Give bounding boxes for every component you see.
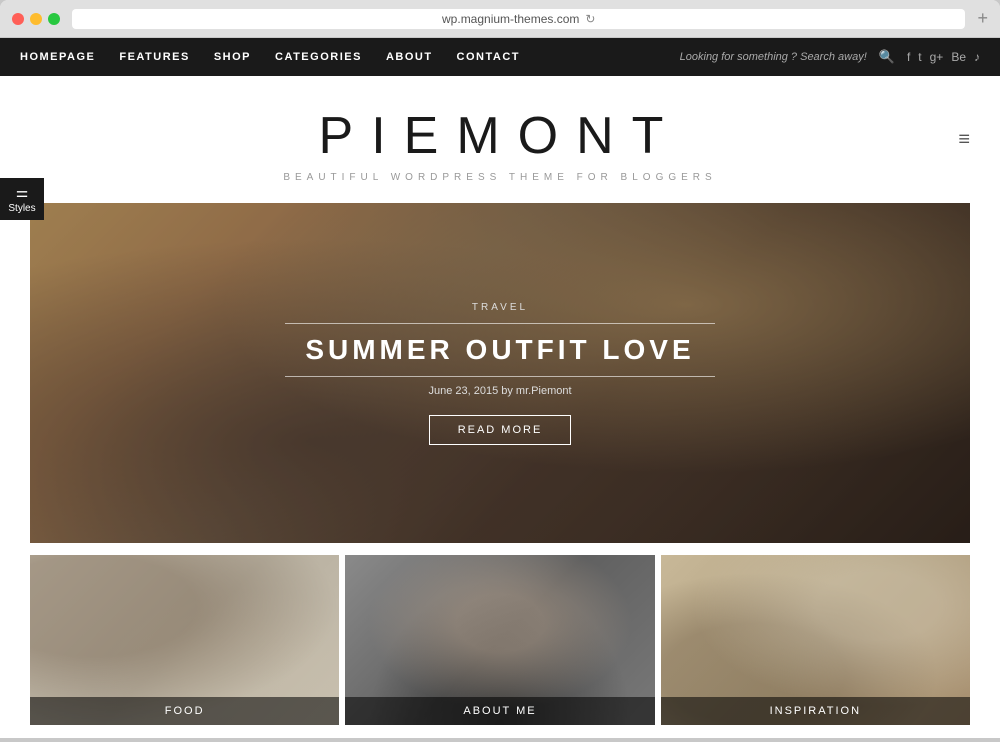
nav-links: HOMEPAGE FEATURES SHOP CATEGORIES ABOUT … <box>20 51 520 63</box>
nav-shop[interactable]: SHOP <box>214 51 251 63</box>
close-button[interactable] <box>12 13 24 25</box>
site-tagline: BEAUTIFUL WORDPRESS THEME FOR BLOGGERS <box>20 172 980 183</box>
thumb-food-label: Food <box>30 697 339 725</box>
nav-homepage[interactable]: HOMEPAGE <box>20 51 95 63</box>
thumbnail-inspiration[interactable]: Inspiration <box>661 555 970 725</box>
hero-content: TRAVEL SUMMER OUTFIT LOVE June 23, 2015 … <box>30 203 970 543</box>
styles-widget[interactable]: ⚌ Styles <box>0 178 44 220</box>
thumbnails-row: Food About me Inspiration <box>30 555 970 725</box>
website-content: ⚌ Styles HOMEPAGE FEATURES SHOP CATEGORI… <box>0 38 1000 738</box>
twitter-icon[interactable]: t <box>918 50 921 64</box>
url-text: wp.magnium-themes.com <box>442 12 579 26</box>
maximize-button[interactable] <box>48 13 60 25</box>
hero-section: TRAVEL SUMMER OUTFIT LOVE June 23, 2015 … <box>30 203 970 543</box>
thumbnail-food[interactable]: Food <box>30 555 339 725</box>
thumb-inspiration-label: Inspiration <box>661 697 970 725</box>
read-more-button[interactable]: READ MORE <box>429 415 572 445</box>
nav-about[interactable]: ABOUT <box>386 51 433 63</box>
window-controls <box>12 13 60 25</box>
search-icon[interactable]: 🔍 <box>879 49 895 65</box>
url-bar[interactable]: wp.magnium-themes.com ↻ <box>72 9 965 29</box>
behance-icon[interactable]: Be <box>951 50 966 64</box>
nav-right: Looking for something ? Search away! 🔍 f… <box>680 49 980 65</box>
thumbnail-about[interactable]: About me <box>345 555 654 725</box>
nav-categories[interactable]: CATEGORIES <box>275 51 362 63</box>
site-title: PIEMONT <box>20 106 980 166</box>
social-icons: f t g+ Be ♪ <box>907 50 980 64</box>
search-prompt: Looking for something ? Search away! <box>680 51 867 63</box>
nav-contact[interactable]: CONTACT <box>457 51 520 63</box>
hero-category: TRAVEL <box>472 302 528 313</box>
hero-meta: June 23, 2015 by mr.Piemont <box>428 385 571 397</box>
top-navigation: HOMEPAGE FEATURES SHOP CATEGORIES ABOUT … <box>0 38 1000 76</box>
gplus-icon[interactable]: g+ <box>930 50 944 64</box>
hero-image: TRAVEL SUMMER OUTFIT LOVE June 23, 2015 … <box>30 203 970 543</box>
facebook-icon[interactable]: f <box>907 50 910 64</box>
nav-features[interactable]: FEATURES <box>119 51 189 63</box>
browser-window: wp.magnium-themes.com ↻ + ⚌ Styles HOMEP… <box>0 0 1000 738</box>
site-header: PIEMONT BEAUTIFUL WORDPRESS THEME FOR BL… <box>0 76 1000 203</box>
hamburger-icon[interactable]: ≡ <box>958 128 970 151</box>
refresh-icon[interactable]: ↻ <box>585 12 595 26</box>
sliders-icon: ⚌ <box>8 184 36 201</box>
browser-titlebar: wp.magnium-themes.com ↻ + <box>0 0 1000 38</box>
new-tab-button[interactable]: + <box>977 8 988 29</box>
minimize-button[interactable] <box>30 13 42 25</box>
music-icon[interactable]: ♪ <box>974 50 980 64</box>
styles-label: Styles <box>8 203 35 214</box>
thumb-about-label: About me <box>345 697 654 725</box>
hero-title: SUMMER OUTFIT LOVE <box>285 323 714 377</box>
